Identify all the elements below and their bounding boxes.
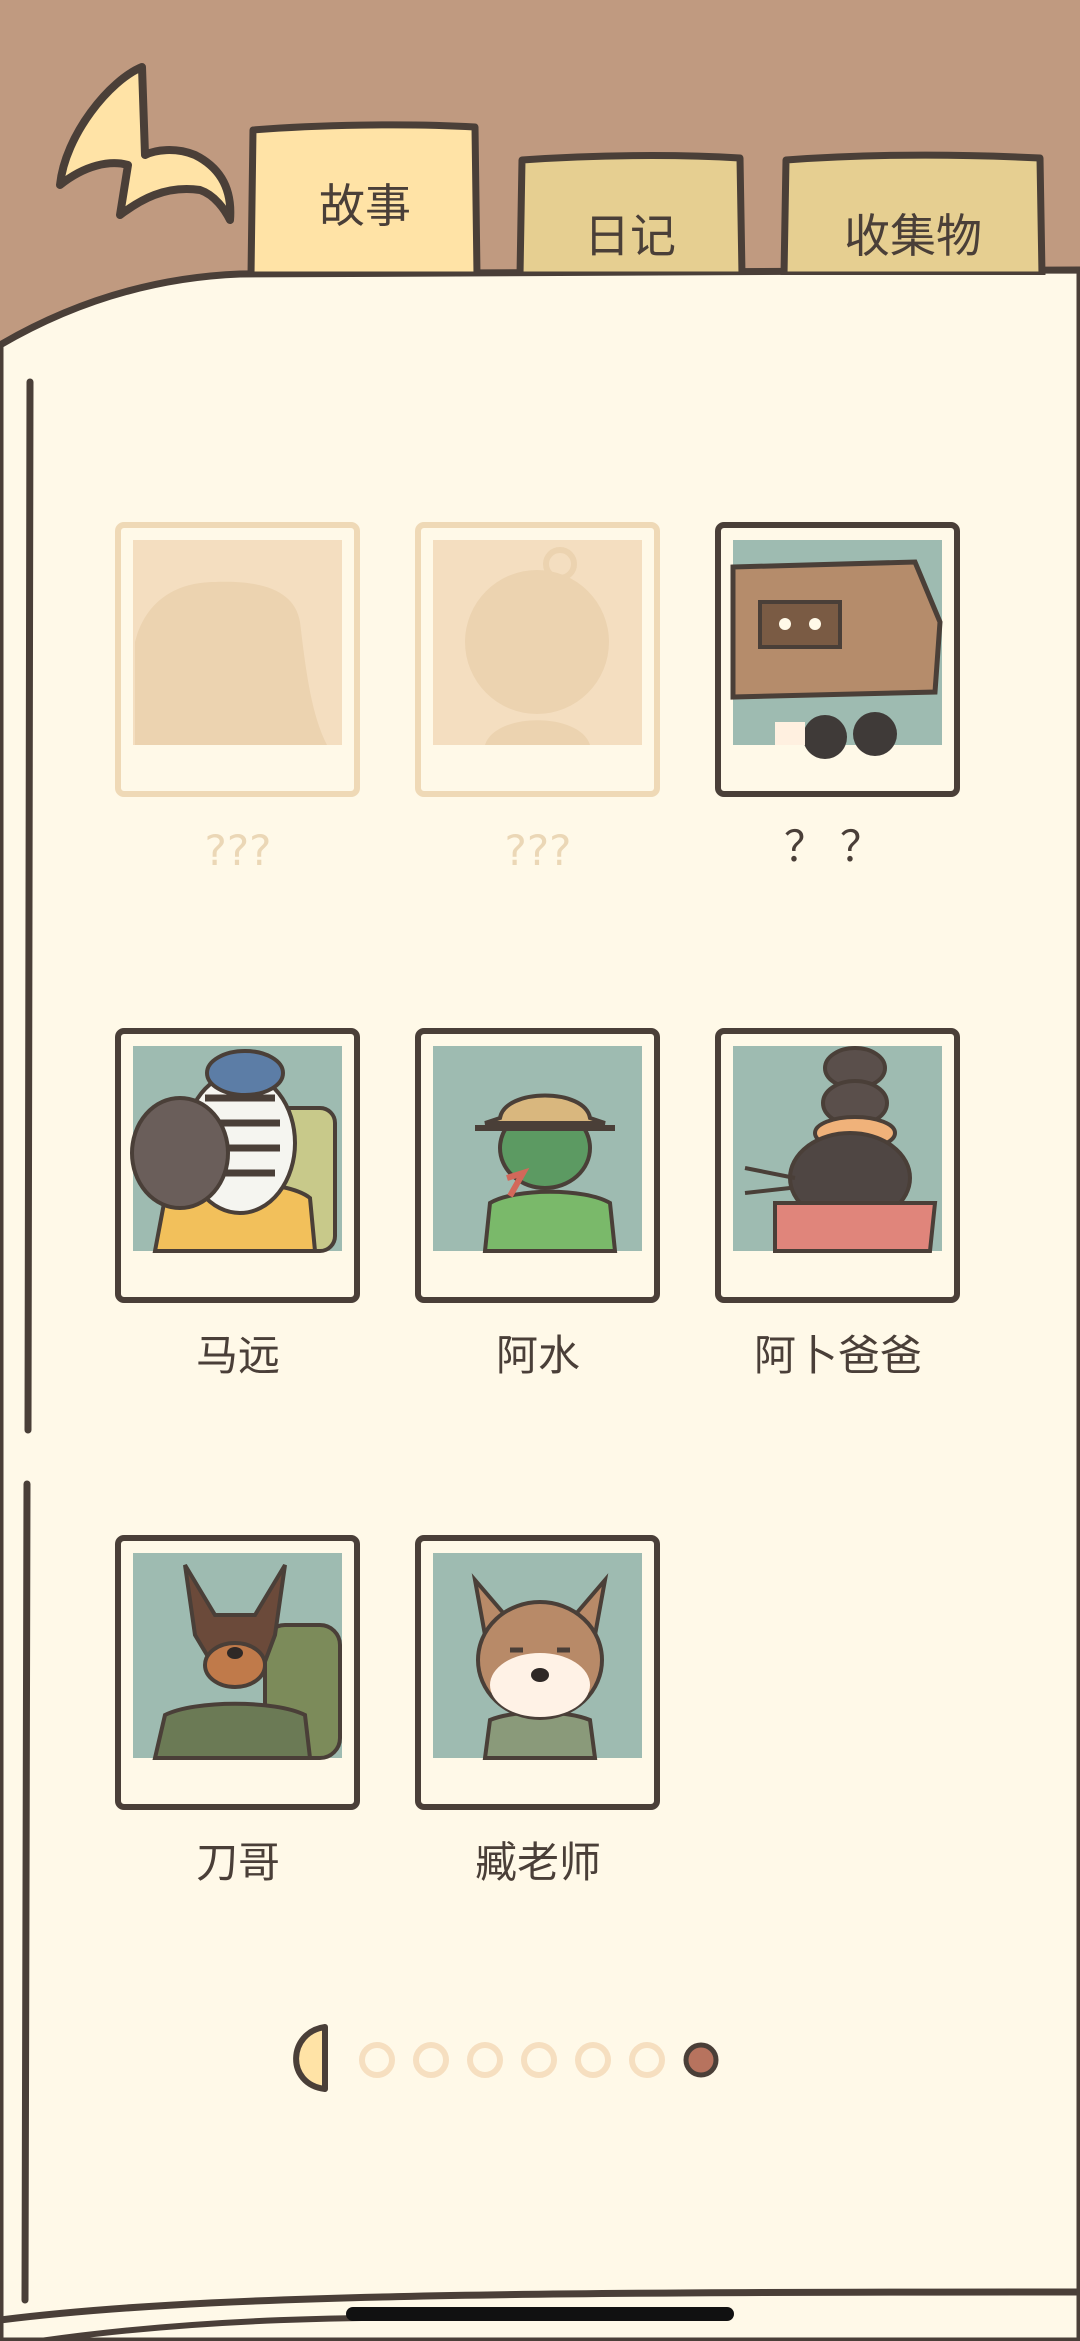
character-name: ??? <box>504 826 572 875</box>
character-portrait-frog <box>415 1028 660 1303</box>
character-card-abu-father[interactable] <box>715 1028 960 1303</box>
page-dot[interactable] <box>629 2042 665 2078</box>
page-dot[interactable] <box>521 2042 557 2078</box>
character-card-mayuan[interactable] <box>115 1028 360 1303</box>
character-name: 臧老师 <box>474 1838 601 1887</box>
tab-collection-label: 收集物 <box>844 209 982 263</box>
character-card-teacher-zang[interactable] <box>415 1535 660 1810</box>
character-portrait-doberman <box>115 1535 360 1810</box>
character-name: 刀哥 <box>195 1838 280 1887</box>
pagination-dots-svg <box>359 2042 719 2078</box>
page-dot[interactable] <box>575 2042 611 2078</box>
home-indicator <box>346 2307 734 2321</box>
character-portrait-shiba <box>415 1535 660 1810</box>
page-dot[interactable] <box>359 2042 395 2078</box>
page-spine-line <box>24 378 34 1434</box>
character-portrait-mole <box>715 1028 960 1303</box>
curved-back-arrow-icon <box>56 63 235 224</box>
character-portrait-locked <box>115 522 360 797</box>
character-card-daoge[interactable] <box>115 1535 360 1810</box>
prev-page-button[interactable] <box>283 2022 333 2094</box>
character-name: 马远 <box>195 1331 280 1380</box>
half-circle-prev-icon <box>293 2024 328 2092</box>
character-card-locked-2[interactable] <box>415 522 660 797</box>
character-portrait-locked <box>415 522 660 797</box>
tab-diary-label: 日记 <box>584 209 676 263</box>
character-name: 阿水 <box>495 1331 580 1380</box>
back-button[interactable] <box>50 55 240 225</box>
pagination-dots <box>355 2038 735 2082</box>
character-name: ??? <box>204 826 272 875</box>
character-card-unknown[interactable] <box>715 522 960 797</box>
character-name: ？？ <box>783 822 896 871</box>
page-dot[interactable] <box>467 2042 503 2078</box>
character-name: 阿卜爸爸 <box>753 1331 922 1380</box>
page-dot[interactable] <box>413 2042 449 2078</box>
tab-story-label: 故事 <box>319 179 411 233</box>
character-portrait-box <box>715 522 960 797</box>
character-card-ashui[interactable] <box>415 1028 660 1303</box>
character-portrait-zebra <box>115 1028 360 1303</box>
page-spine-line-lower <box>21 1480 31 2304</box>
character-card-locked-1[interactable] <box>115 522 360 797</box>
page-dot-active[interactable] <box>683 2042 719 2078</box>
